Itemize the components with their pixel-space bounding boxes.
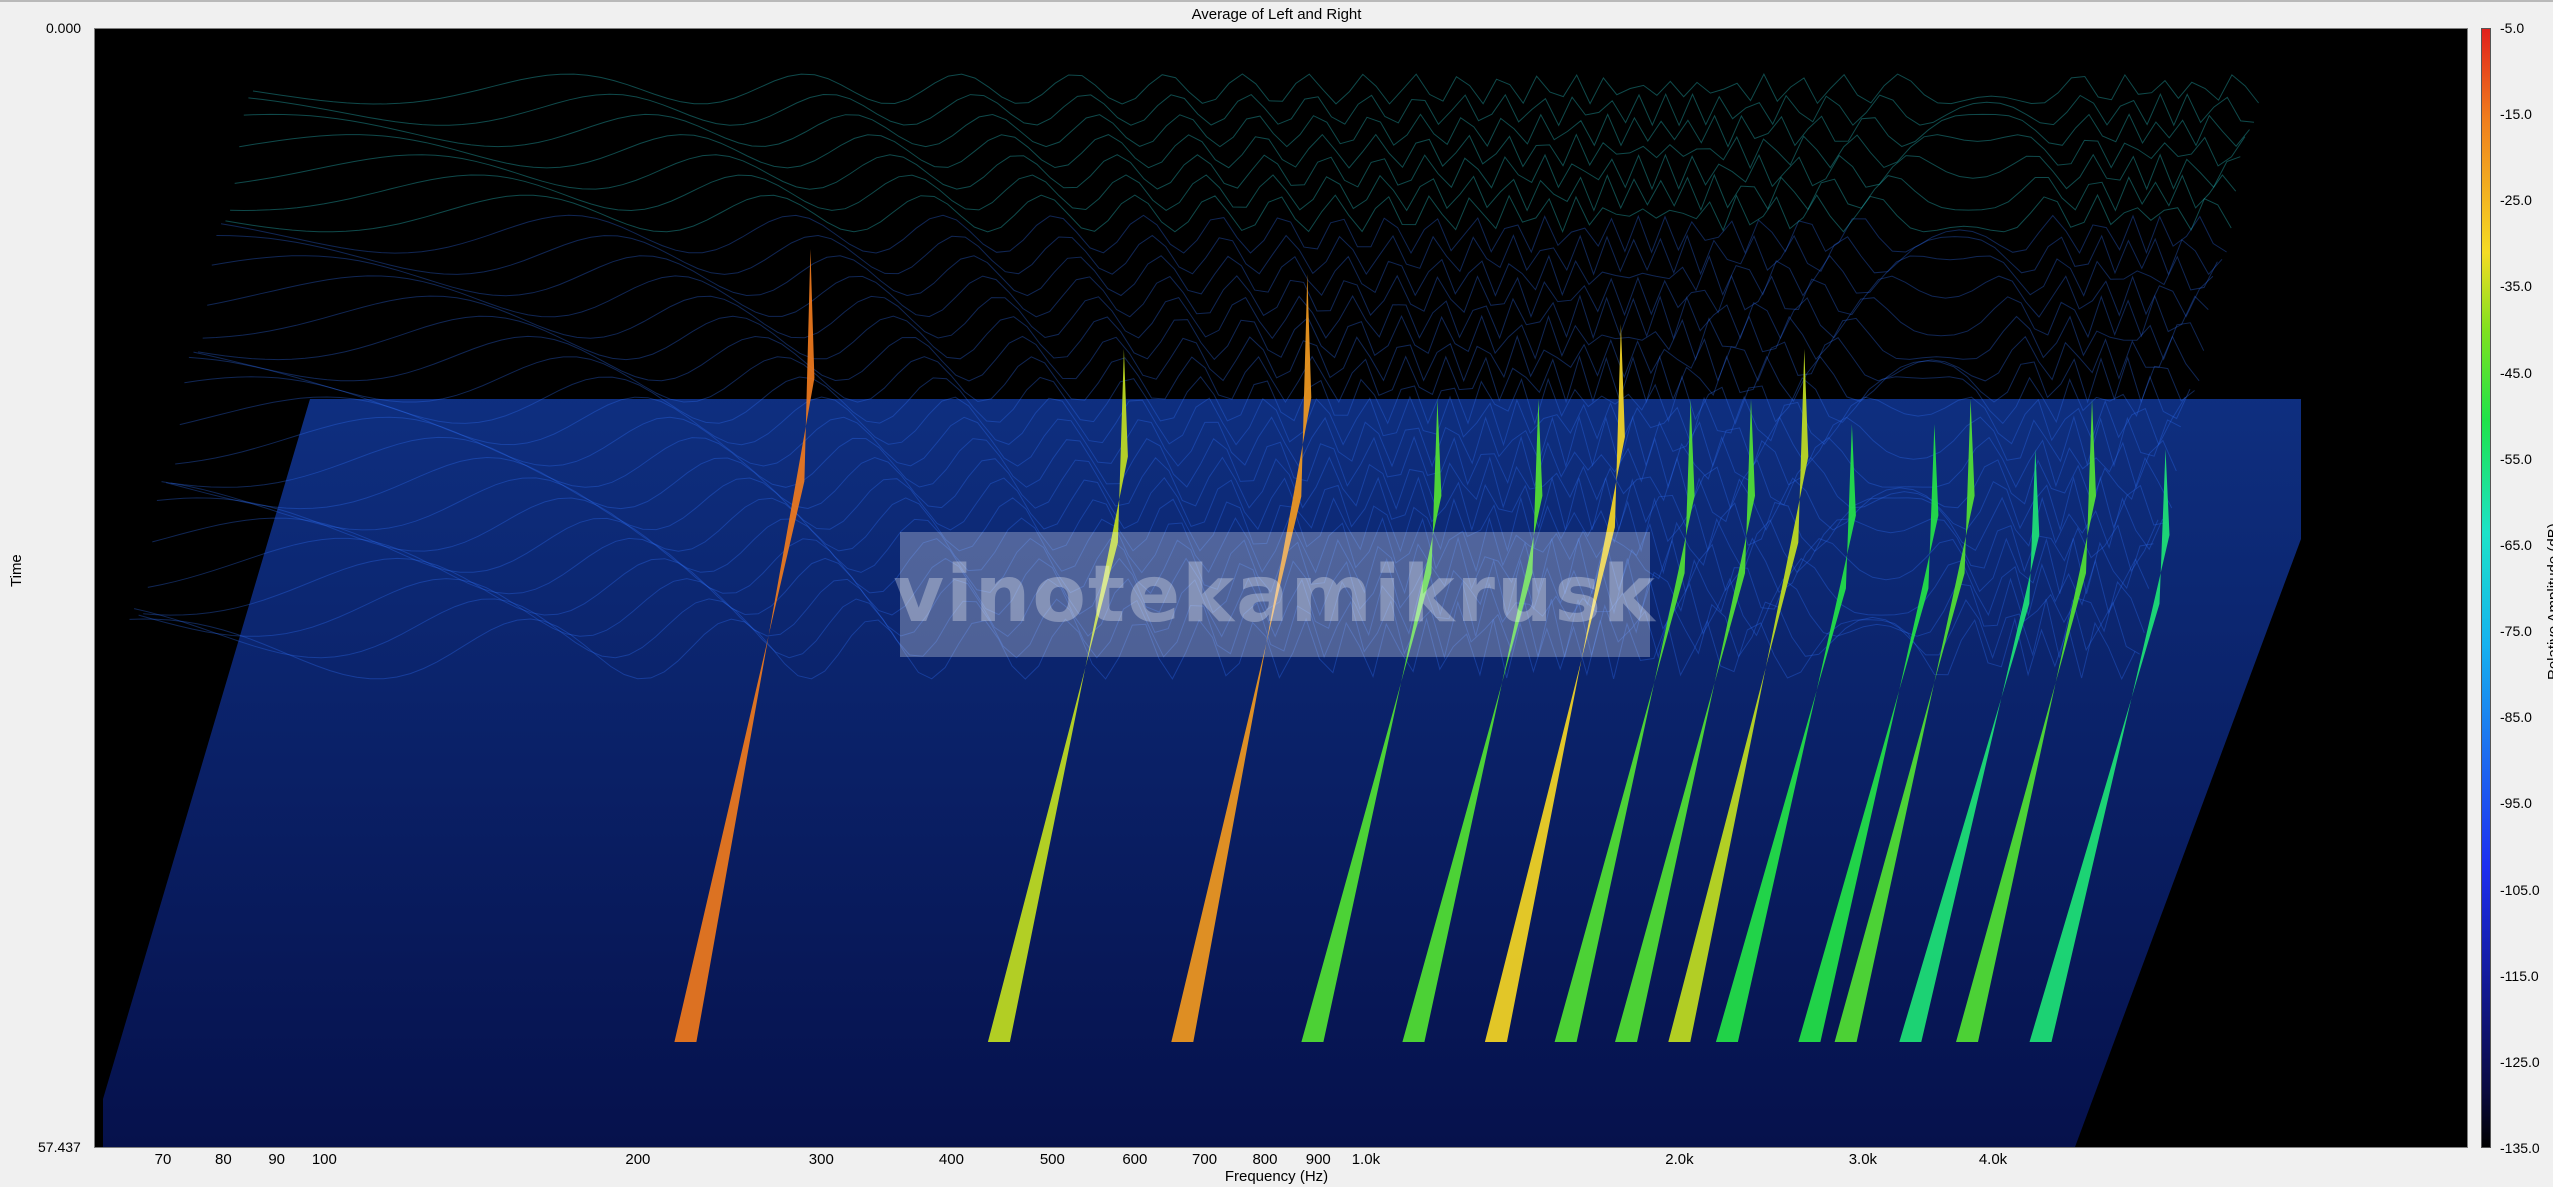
colorbar-tick-label: -75.0 (2500, 623, 2532, 640)
y-axis-label: Time (8, 554, 25, 587)
x-tick-label: 70 (155, 1151, 172, 1168)
colorbar-tick-label: -125.0 (2500, 1053, 2540, 1070)
time-slice-line (211, 254, 2218, 297)
x-tick-label: 90 (268, 1151, 285, 1168)
colorbar-tick-label: -95.0 (2500, 795, 2532, 812)
x-tick-label: 600 (1122, 1151, 1147, 1168)
time-slice-line (239, 133, 2246, 170)
x-tick-label: 4.0k (1979, 1151, 2008, 1168)
colorbar-tick-label: -115.0 (2500, 967, 2539, 984)
colorbar-title: Relative Amplitude (dB) (2545, 523, 2553, 680)
colorbar (2481, 28, 2491, 1148)
colorbar-tick-label: -85.0 (2500, 709, 2532, 726)
time-slice-line (188, 354, 2195, 404)
time-slice-line (220, 214, 2227, 255)
time-slice-line (207, 274, 2214, 318)
x-axis-ticks: 70 80 90 100 200 300 400 500 600 700 800 900 1.0k 2.0… (155, 1151, 2008, 1168)
x-tick-label: 800 (1252, 1151, 1277, 1168)
time-slice-line (243, 113, 2250, 148)
colorbar-tick-label: -65.0 (2500, 536, 2532, 553)
chart-title: Average of Left and Right (1191, 6, 1362, 23)
colorbar-tick-label: -105.0 (2500, 881, 2540, 898)
time-slice-line (202, 294, 2209, 340)
x-tick-label: 2.0k (1665, 1151, 1694, 1168)
x-tick-label: 700 (1192, 1151, 1217, 1168)
x-tick-label: 500 (1040, 1151, 1065, 1168)
x-tick-label: 100 (312, 1151, 337, 1168)
x-tick-label: 80 (215, 1151, 232, 1168)
x-tick-label: 900 (1306, 1151, 1331, 1168)
time-slice-line (248, 92, 2255, 127)
colorbar-tick-label: -135.0 (2500, 1140, 2540, 1156)
colorbar-tick-label: -5.0 (2500, 20, 2525, 36)
time-slice-line (198, 314, 2205, 361)
time-start-label: 0.000 (46, 20, 82, 36)
watermark-text: vinotekamikrusk (893, 549, 1657, 640)
x-tick-label: 300 (809, 1151, 834, 1168)
time-slice-line (234, 153, 2241, 191)
x-tick-label: 400 (939, 1151, 964, 1168)
x-axis-label: Frequency (Hz) (1224, 1168, 1329, 1185)
colorbar-tick-label: -25.0 (2500, 192, 2532, 209)
chart-window: Average of Left and Right 0.000 57.437 T… (0, 0, 2553, 1187)
x-tick-label: 3.0k (1849, 1151, 1878, 1168)
time-slice-line (230, 173, 2237, 212)
x-tick-label: 200 (625, 1151, 650, 1168)
colorbar-tick-label: -45.0 (2500, 364, 2532, 381)
x-tick-label: 1.0k (1352, 1151, 1381, 1168)
colorbar-tick-label: -15.0 (2500, 106, 2532, 123)
watermark: vinotekamikrusk (893, 532, 1655, 657)
colorbar-tick-label: -35.0 (2500, 278, 2532, 295)
colorbar-tick-label: -55.0 (2500, 450, 2532, 467)
